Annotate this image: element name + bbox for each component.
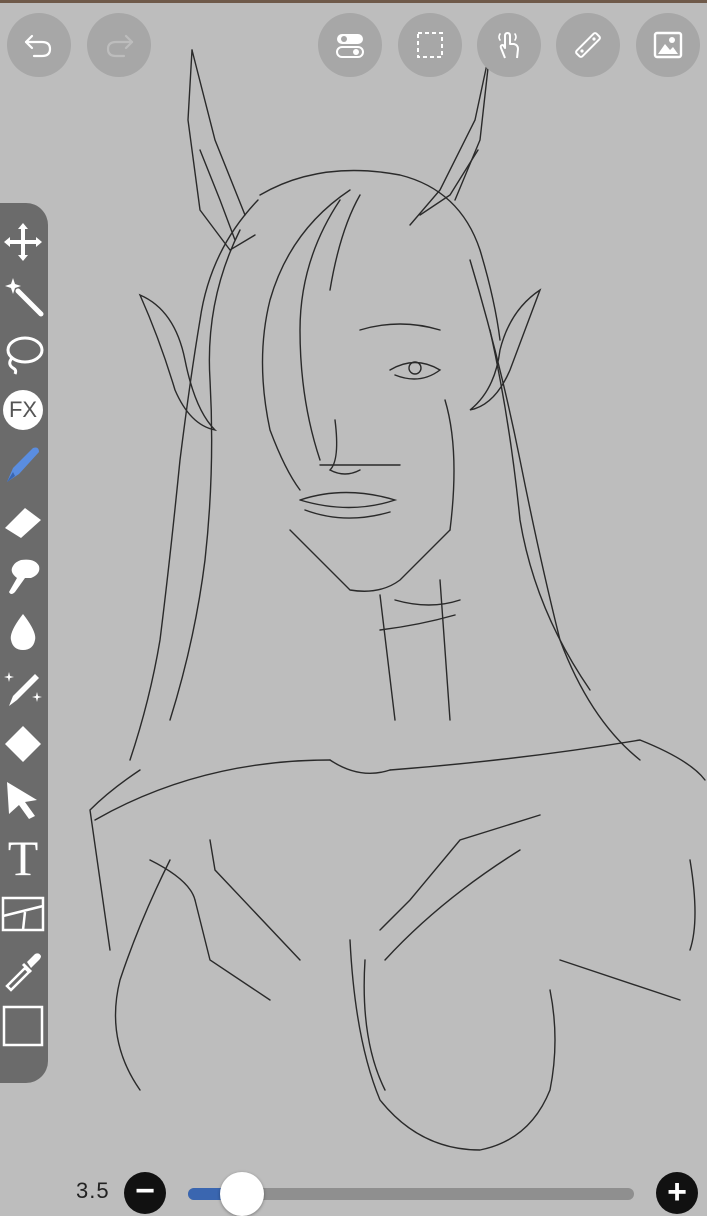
- tool-lasso[interactable]: [0, 329, 46, 379]
- eyedropper-icon: [5, 953, 41, 992]
- sparkle-pen-icon: [4, 672, 42, 706]
- lasso-icon: [6, 336, 44, 375]
- blur-drop-icon: [10, 614, 36, 650]
- brush-size-slider-thumb[interactable]: [219, 1172, 264, 1216]
- brush-size-decrease-button[interactable]: −: [124, 1172, 166, 1214]
- image-button[interactable]: [636, 13, 700, 77]
- tool-move[interactable]: [0, 217, 46, 267]
- eraser-icon: [5, 508, 41, 538]
- tool-frame-divider[interactable]: [0, 889, 46, 939]
- tool-fill[interactable]: [0, 719, 46, 769]
- tool-blur[interactable]: [0, 607, 46, 657]
- tool-smudge[interactable]: [0, 551, 46, 601]
- arrow-cursor-icon: [7, 782, 37, 819]
- toggle-icon: [336, 34, 364, 58]
- selection-icon: [417, 32, 443, 58]
- tool-eraser[interactable]: [0, 495, 46, 545]
- tool-brush[interactable]: [0, 439, 46, 489]
- sketch-lines: [89, 49, 706, 1151]
- hand-gesture-icon: [498, 32, 519, 59]
- tool-eyedropper[interactable]: [0, 945, 46, 995]
- minus-icon: −: [135, 1172, 155, 1210]
- fill-diamond-icon: [5, 726, 41, 762]
- brush-icon: [7, 447, 39, 482]
- ruler-icon: [575, 32, 601, 58]
- tool-sidebar: FX T: [0, 203, 48, 1083]
- plus-icon: +: [667, 1172, 687, 1211]
- ruler-button[interactable]: [556, 13, 620, 77]
- drawing-canvas[interactable]: [0, 0, 707, 1200]
- undo-icon: [24, 34, 52, 58]
- magic-wand-icon: [5, 278, 44, 317]
- selection-button[interactable]: [398, 13, 462, 77]
- image-icon: [653, 31, 683, 59]
- redo-button[interactable]: [87, 13, 151, 77]
- undo-button[interactable]: [7, 13, 71, 77]
- toggle-button[interactable]: [318, 13, 382, 77]
- move-icon: [4, 223, 42, 261]
- text-icon: T: [7, 830, 39, 886]
- brush-size-increase-button[interactable]: +: [656, 1172, 698, 1214]
- tool-magic-wand[interactable]: [0, 271, 46, 321]
- canvas-square-icon: [2, 1005, 44, 1047]
- smudge-icon: [9, 559, 40, 594]
- gesture-button[interactable]: [477, 13, 541, 77]
- tool-text[interactable]: T: [0, 833, 46, 883]
- tool-sparkle-brush[interactable]: [0, 663, 46, 713]
- fx-label: FX: [8, 397, 38, 422]
- brush-size-value: 3.5: [76, 1178, 110, 1203]
- frame-icon: [1, 896, 45, 932]
- tool-select[interactable]: [0, 775, 46, 825]
- tool-canvas[interactable]: [0, 1001, 46, 1051]
- tool-fx[interactable]: FX: [0, 385, 46, 435]
- redo-icon: [106, 34, 134, 58]
